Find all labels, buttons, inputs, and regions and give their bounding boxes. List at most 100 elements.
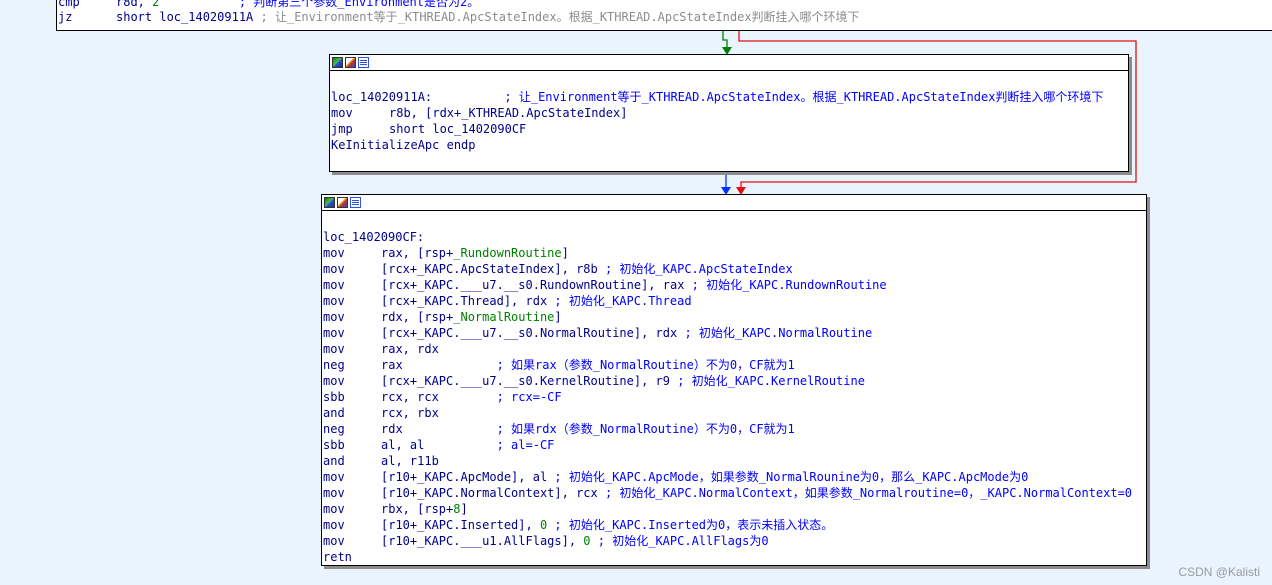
comment: ; 初始化_KAPC.Inserted为0，表示未插入状态。 [554, 518, 834, 532]
mnemonic: mov [323, 518, 345, 532]
operand-symbol: 0 [583, 534, 591, 548]
operands: rax, rdx [381, 342, 439, 356]
operands: rcx, rbx [381, 406, 439, 420]
listing-icon[interactable] [350, 197, 361, 208]
comment: ; rcx=-CF [496, 390, 562, 404]
mnemonic: mov [323, 310, 345, 324]
code-line-neg[interactable]: neg rax ; 如果rax（参数_NormalRoutine）不为0，CF就为… [323, 357, 1146, 373]
operands: [rcx+_KAPC.___u7.__s0.KernelRoutine], r9 [381, 374, 670, 388]
code-line-and[interactable]: and rcx, rbx [323, 405, 1146, 421]
operands: [r10+_KAPC.___u1.AllFlags], 0 [381, 534, 591, 548]
code-line-jmp[interactable]: jmp short loc_1402090CF [331, 121, 1128, 137]
mnemonic: and [323, 406, 345, 420]
code-line-mov[interactable]: mov rax, [rsp+_RundownRoutine] [323, 245, 1146, 261]
comment: ; 初始化_KAPC.ApcMode，如果参数_NormalRounine为0，… [554, 470, 1029, 484]
code-line-mov[interactable]: mov [r10+_KAPC.ApcMode], al ; 初始化_KAPC.Ap… [323, 469, 1146, 485]
mnemonic: mov [323, 262, 345, 276]
operand-part: [r10+_KAPC.Inserted], [381, 518, 540, 532]
operand-symbol: 0 [539, 518, 548, 532]
operands: al, r11b [381, 454, 439, 468]
code-line-sbb[interactable]: sbb al, al ; al=-CF [323, 437, 1146, 453]
edit-icon[interactable] [345, 57, 356, 68]
graph-overview-icon[interactable] [332, 57, 343, 68]
mnemonic: mov [323, 294, 345, 308]
comment: ; 初始化_KAPC.AllFlags为0 [597, 534, 769, 548]
operand-part: rdx, [rsp+ [381, 310, 454, 324]
code-line-retn[interactable]: retn [323, 549, 1146, 565]
operands: [rcx+_KAPC.___u7.__s0.NormalRoutine], rd… [381, 326, 678, 340]
code-line-mov[interactable]: mov rax, rdx [323, 341, 1146, 357]
comment: ; 初始化_KAPC.NormalRoutine [684, 326, 873, 340]
mnemonic: neg [323, 422, 345, 436]
operand-part: [r10+_KAPC.___u1.AllFlags], [381, 534, 584, 548]
comment: ; 如果rax（参数_NormalRoutine）不为0，CF就为1 [496, 358, 795, 372]
label: loc_1402090CF: [323, 230, 425, 244]
mnemonic: mov [323, 342, 345, 356]
operands: rcx, rcx [381, 390, 490, 404]
operands: short loc_1402090CF [389, 122, 527, 136]
mnemonic: mov [323, 486, 345, 500]
graph-overview-icon[interactable] [324, 197, 335, 208]
operand-part: ] [554, 310, 562, 324]
comment: ; 如果rdx（参数_NormalRoutine）不为0，CF就为1 [496, 422, 795, 436]
comment: ; 初始化_KAPC.KernelRoutine [677, 374, 865, 388]
code-line-and[interactable]: and al, r11b [323, 453, 1146, 469]
code-line-mov[interactable]: mov [rcx+_KAPC.___u7.__s0.NormalRoutine],… [323, 325, 1146, 341]
code-line-mov[interactable]: mov [r10+_KAPC.___u1.AllFlags], 0 ; 初始化_K… [323, 533, 1146, 549]
code-line-mov[interactable]: mov [rcx+_KAPC.___u7.__s0.KernelRoutine],… [323, 373, 1146, 389]
code-block-loc_14020911A[interactable]: loc_14020911A: ; 让_Environment等于_KTHREAD… [329, 54, 1129, 172]
code-line-mov[interactable]: mov r8b, [rdx+_KTHREAD.ApcStateIndex] [331, 105, 1128, 121]
operands: rax [381, 358, 490, 372]
code-line-mov[interactable]: mov [rcx+_KAPC.Thread], rdx ; 初始化_KAPC.Th… [323, 293, 1146, 309]
edit-icon[interactable] [337, 197, 348, 208]
operands: [rcx+_KAPC.Thread], rdx [381, 294, 548, 308]
block-titlebar [330, 55, 1128, 71]
operands: rdx [381, 422, 490, 436]
block-titlebar [322, 195, 1146, 211]
code-line-label[interactable]: loc_14020911A: ; 让_Environment等于_KTHREAD… [331, 89, 1128, 105]
code-line-mov[interactable]: mov [r10+_KAPC.Inserted], 0 ; 初始化_KAPC.In… [323, 517, 1146, 533]
operand-part: ] [460, 502, 468, 516]
operands: al, al [381, 438, 490, 452]
operand-symbol: _NormalRoutine [453, 310, 555, 324]
mnemonic: mov [323, 502, 345, 516]
mnemonic: retn [323, 550, 352, 564]
mnemonic: neg [323, 358, 345, 372]
code-block-loc_1402090CF[interactable]: loc_1402090CF: mov rax, [rsp+_RundownRout… [321, 194, 1147, 566]
code-line-endp[interactable]: KeInitializeApc endp [331, 137, 1128, 153]
code-line-mov[interactable]: mov [r10+_KAPC.NormalContext], rcx ; 初始化_… [323, 485, 1146, 501]
mnemonic: sbb [323, 390, 345, 404]
operands: [rcx+_KAPC.___u7.__s0.RundownRoutine], r… [381, 278, 685, 292]
mnemonic: mov [323, 534, 345, 548]
operand-part: ] [561, 246, 569, 260]
operands: r8b, [rdx+_KTHREAD.ApcStateIndex] [389, 106, 628, 120]
code-line-mov[interactable]: mov [rcx+_KAPC.___u7.__s0.RundownRoutine]… [323, 277, 1146, 293]
watermark: CSDN @Kalisti [1178, 565, 1260, 579]
operands: rbx, [rsp+8] [381, 502, 468, 516]
code-line-mov[interactable]: mov rbx, [rsp+8] [323, 501, 1146, 517]
mnemonic: and [323, 454, 345, 468]
operands: rdx, [rsp+_NormalRoutine] [381, 310, 562, 324]
operands: [rcx+_KAPC.ApcStateIndex], r8b [381, 262, 598, 276]
listing-icon[interactable] [358, 57, 369, 68]
code-line-mov[interactable]: mov [rcx+_KAPC.ApcStateIndex], r8b ; 初始化_… [323, 261, 1146, 277]
endp-text: KeInitializeApc endp [331, 138, 476, 152]
mnemonic: mov [323, 278, 345, 292]
mnemonic: jmp [331, 122, 353, 136]
operand-part: rax, [rsp+ [381, 246, 454, 260]
code-line-mov[interactable]: mov rdx, [rsp+_NormalRoutine] [323, 309, 1146, 325]
code-line-sbb[interactable]: sbb rcx, rcx ; rcx=-CF [323, 389, 1146, 405]
operand-part: rbx, [rsp+ [381, 502, 454, 516]
code-line-label[interactable]: loc_1402090CF: [323, 229, 1146, 245]
mnemonic: mov [323, 374, 345, 388]
code-line-neg[interactable]: neg rdx ; 如果rdx（参数_NormalRoutine）不为0，CF就为… [323, 421, 1146, 437]
comment: ; al=-CF [496, 438, 555, 452]
operands: [r10+_KAPC.ApcMode], al [381, 470, 548, 484]
comment: ; 让_Environment等于_KTHREAD.ApcStateIndex。… [504, 90, 1104, 104]
mnemonic: mov [323, 246, 345, 260]
mnemonic: mov [323, 326, 345, 340]
comment: ; 初始化_KAPC.Thread [554, 294, 692, 308]
comment: ; 初始化_KAPC.NormalContext，如果参数_Normalrout… [604, 486, 1133, 500]
operands: rax, [rsp+_RundownRoutine] [381, 246, 569, 260]
mnemonic: sbb [323, 438, 345, 452]
